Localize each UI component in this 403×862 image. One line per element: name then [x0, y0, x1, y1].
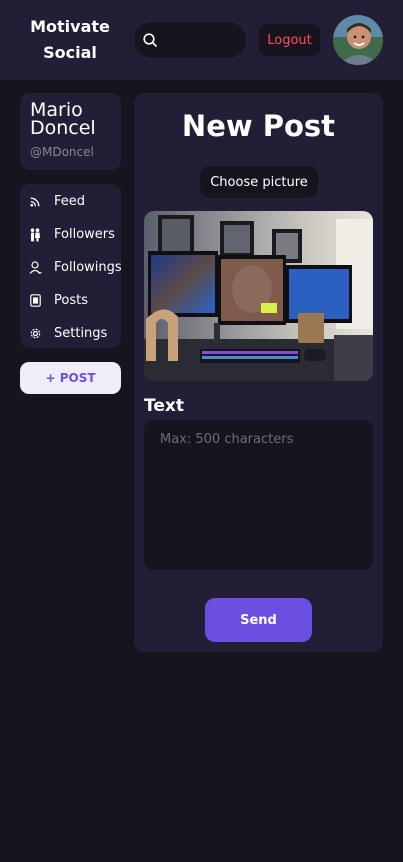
sidebar-item-label: Feed — [54, 194, 86, 209]
sidebar-item-label: Posts — [54, 293, 88, 308]
search-icon — [143, 33, 157, 47]
profile-last-name: Doncel — [30, 117, 96, 139]
profile-handle: @MDoncel — [30, 145, 94, 159]
sidebar-item-label: Followers — [54, 227, 115, 242]
new-post-button[interactable]: + POST — [20, 362, 121, 394]
search-input[interactable] — [166, 30, 238, 50]
search-box[interactable] — [134, 22, 246, 58]
top-bar: Motivate Social Logout — [0, 0, 403, 80]
brand-line-2: Social — [43, 43, 97, 62]
post-text-input[interactable] — [144, 420, 373, 570]
followers-icon — [28, 227, 42, 242]
profile-card[interactable]: Mario Doncel @MDoncel — [20, 93, 121, 170]
sidebar-item-label: Settings — [54, 326, 108, 341]
rss-icon — [28, 195, 42, 209]
sidebar-item-feed[interactable]: Feed — [20, 185, 121, 218]
brand-logo[interactable]: Motivate Social — [20, 14, 120, 66]
sidebar-item-label: Followings — [54, 260, 122, 275]
sidebar-item-settings[interactable]: Settings — [20, 317, 121, 350]
new-post-card: New Post Choose picture Text Max: 500 ch… — [134, 93, 383, 652]
user-avatar-icon — [333, 15, 383, 65]
user-icon — [28, 261, 42, 275]
sidebar-item-followers[interactable]: Followers — [20, 218, 121, 251]
text-label: Text — [144, 396, 184, 416]
page-title: New Post — [181, 109, 336, 143]
choose-picture-button[interactable]: Choose picture — [200, 166, 318, 198]
gear-icon — [28, 327, 42, 341]
avatar[interactable] — [333, 15, 383, 65]
post-image-preview — [144, 211, 373, 381]
document-icon — [28, 294, 42, 308]
brand-line-1: Motivate — [30, 17, 110, 36]
logout-button[interactable]: Logout — [259, 24, 320, 56]
send-button[interactable]: Send — [205, 598, 312, 642]
sidebar-item-followings[interactable]: Followings — [20, 251, 122, 284]
sidebar-menu: Feed Followers Followings Posts Settings — [20, 184, 122, 350]
sidebar-item-posts[interactable]: Posts — [20, 284, 121, 317]
